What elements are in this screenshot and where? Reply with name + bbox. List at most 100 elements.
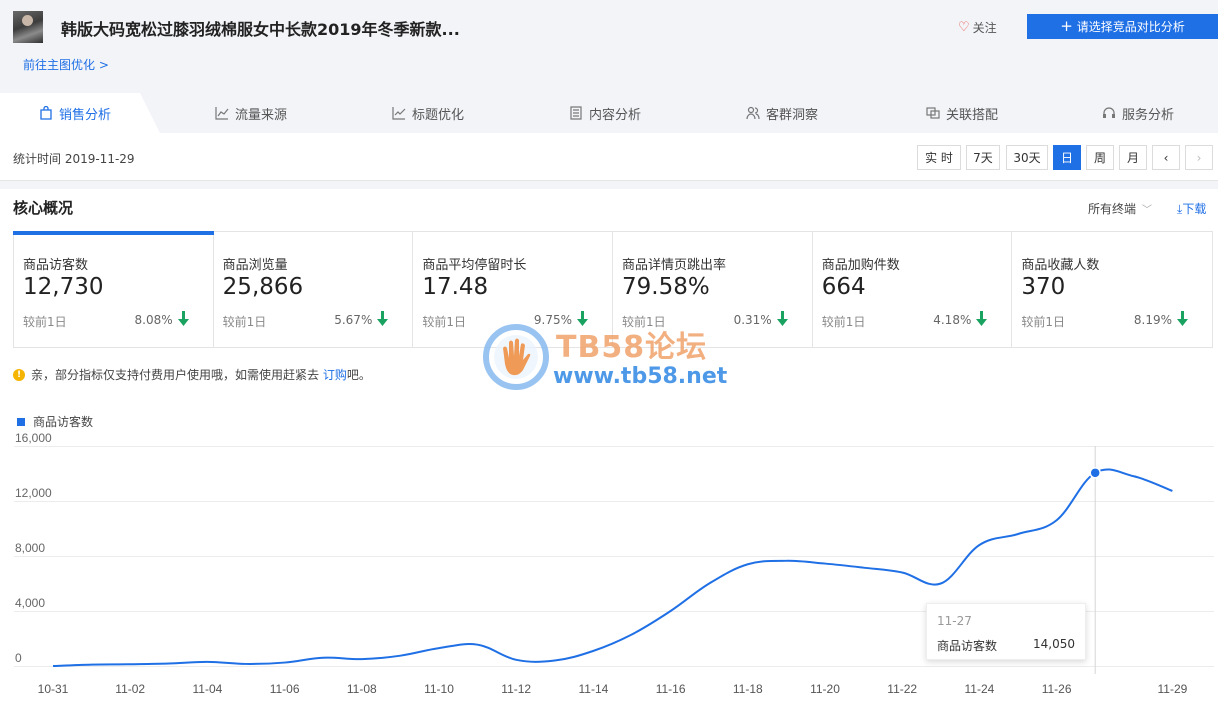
section-divider xyxy=(0,181,1218,189)
chart-tooltip: 11-27 商品访客数 14,050 xyxy=(926,603,1086,660)
metric-compare-label: 较前1日 xyxy=(422,315,466,329)
x-tick-label: 11-08 xyxy=(347,682,377,696)
chevron-down-icon: ﹀ xyxy=(1142,205,1153,216)
week-button[interactable]: 周 xyxy=(1086,145,1114,170)
compare-competitor-button[interactable]: + 请选择竞品对比分析 xyxy=(1027,14,1218,39)
line-chart-icon xyxy=(215,107,229,120)
tooltip-series-name: 商品访客数 xyxy=(937,639,998,653)
metric-value: 12,730 xyxy=(23,274,104,300)
metric-compare-label: 较前1日 xyxy=(23,315,67,329)
metric-value: 25,866 xyxy=(222,274,304,300)
tab-traffic-source[interactable]: 流量来源 xyxy=(215,93,287,133)
metric-card-favorites[interactable]: 商品收藏人数 370 较前1日 8.19% xyxy=(1012,232,1212,347)
hand-logo-icon xyxy=(483,324,549,390)
watermark-url: www.tb58.net xyxy=(553,364,728,389)
y-tick-label: 16,000 xyxy=(15,431,52,445)
30days-button[interactable]: 30天 xyxy=(1006,145,1048,170)
watermark-title: TB58论坛 xyxy=(556,330,708,365)
tab-sales-analysis[interactable]: 销售分析 xyxy=(39,93,111,133)
x-tick-label: 11-20 xyxy=(810,682,840,696)
chart-legend[interactable]: 商品访客数 xyxy=(17,413,93,430)
metric-label: 商品平均停留时长 xyxy=(422,258,527,273)
tab-service-analysis[interactable]: 服务分析 xyxy=(1102,93,1174,133)
metric-change: 8.08% xyxy=(134,313,173,327)
product-thumbnail[interactable] xyxy=(13,11,43,43)
x-tick-label: 11-06 xyxy=(270,682,300,696)
tab-related-match[interactable]: 关联搭配 xyxy=(926,93,998,133)
x-tick-label: 11-10 xyxy=(424,682,454,696)
x-tick-label: 11-04 xyxy=(192,682,222,696)
paid-feature-notice: ! 亲，部分指标仅支持付费用户使用哦，如需使用赶紧去 订购吧。 xyxy=(13,366,371,383)
notice-text-end: 吧。 xyxy=(346,368,371,382)
legend-swatch xyxy=(17,417,25,426)
x-tick-label: 11-16 xyxy=(656,682,686,696)
stat-time: 统计时间 2019-11-29 xyxy=(13,152,135,166)
x-tick-label: 11-02 xyxy=(115,682,145,696)
tab-label: 标题优化 xyxy=(412,107,465,123)
follow-button[interactable]: ♡ 关注 xyxy=(958,19,997,36)
prev-date-button[interactable]: ‹ xyxy=(1152,145,1180,170)
tab-content-analysis[interactable]: 内容分析 xyxy=(569,93,641,133)
y-tick-label: 4,000 xyxy=(15,596,45,610)
analysis-tabs: 销售分析 流量来源 标题优化 内容分析 客群洞察 关联搭配 服务分析 xyxy=(0,93,1218,133)
visitors-line-chart[interactable]: 16,000 12,000 8,000 4,000 0 10-31 11-02 11-04 11… xyxy=(0,430,1218,713)
arrow-down-icon xyxy=(976,311,988,326)
tab-label: 服务分析 xyxy=(1122,107,1175,123)
document-icon xyxy=(570,106,582,120)
x-tick-label: 11-14 xyxy=(578,682,608,696)
y-tick-label: 8,000 xyxy=(15,541,45,555)
tab-label: 关联搭配 xyxy=(946,107,999,123)
date-bar: 统计时间 2019-11-29 实 时 7天 30天 日 周 月 ‹ › xyxy=(0,133,1218,181)
download-label: 下载 xyxy=(1182,202,1207,216)
month-button[interactable]: 月 xyxy=(1119,145,1147,170)
legend-label: 商品访客数 xyxy=(33,415,94,429)
tab-label: 内容分析 xyxy=(589,107,642,123)
metric-card-visitors[interactable]: 商品访客数 12,730 较前1日 8.08% xyxy=(13,231,214,347)
x-tick-label: 11-26 xyxy=(1042,682,1072,696)
7days-button[interactable]: 7天 xyxy=(966,145,1000,170)
tooltip-value: 14,050 xyxy=(1033,637,1075,651)
tab-label: 流量来源 xyxy=(235,107,288,123)
metric-value: 79.58% xyxy=(622,274,710,300)
metric-value: 664 xyxy=(821,274,866,300)
subscribe-link[interactable]: 订购 xyxy=(323,368,347,382)
metric-label: 商品详情页跳出率 xyxy=(622,258,727,273)
users-icon xyxy=(746,106,760,120)
arrow-down-icon xyxy=(776,311,788,326)
tab-label: 销售分析 xyxy=(59,107,112,123)
x-tick-label: 11-22 xyxy=(887,682,917,696)
bag-icon xyxy=(40,106,52,120)
metric-compare-label: 较前1日 xyxy=(222,315,267,329)
tooltip-date: 11-27 xyxy=(937,614,972,628)
x-tick-label: 11-29 xyxy=(1157,682,1187,696)
arrow-down-icon xyxy=(377,311,389,326)
download-link[interactable]: ⤓下载 xyxy=(1177,200,1206,217)
watermark: TB58论坛 www.tb58.net xyxy=(483,322,743,392)
main-image-optimize-link[interactable]: 前往主图优化 > xyxy=(23,56,109,73)
metric-value: 17.48 xyxy=(422,274,489,300)
follow-label: 关注 xyxy=(972,21,997,35)
next-date-button[interactable]: › xyxy=(1185,145,1213,170)
metric-change: 8.19% xyxy=(1133,313,1173,327)
link-icon xyxy=(926,107,940,119)
trend-icon xyxy=(392,107,406,120)
metric-compare-label: 较前1日 xyxy=(1021,315,1065,329)
metric-label: 商品加购件数 xyxy=(821,258,900,273)
core-overview-title: 核心概况 xyxy=(13,199,74,217)
metric-card-add-cart[interactable]: 商品加购件数 664 较前1日 4.18% xyxy=(813,232,1013,347)
terminal-select[interactable]: 所有终端 ﹀ xyxy=(1088,200,1152,217)
metric-compare-label: 较前1日 xyxy=(821,315,866,329)
plus-icon: + xyxy=(1060,17,1073,35)
x-tick-label: 10-31 xyxy=(38,682,69,696)
arrow-down-icon xyxy=(177,311,189,326)
metric-card-pageviews[interactable]: 商品浏览量 25,866 较前1日 5.67% xyxy=(214,232,414,347)
metric-value: 370 xyxy=(1021,274,1066,300)
y-tick-label: 0 xyxy=(15,651,22,665)
arrow-down-icon xyxy=(1177,311,1189,326)
product-title: 韩版大码宽松过膝羽绒棉服女中长款2019年冬季新款... xyxy=(61,20,460,39)
realtime-button[interactable]: 实 时 xyxy=(917,145,961,170)
day-button[interactable]: 日 xyxy=(1053,145,1081,170)
warning-icon: ! xyxy=(13,368,25,381)
tab-title-optimize[interactable]: 标题优化 xyxy=(392,93,464,133)
tab-customer-insight[interactable]: 客群洞察 xyxy=(746,93,818,133)
